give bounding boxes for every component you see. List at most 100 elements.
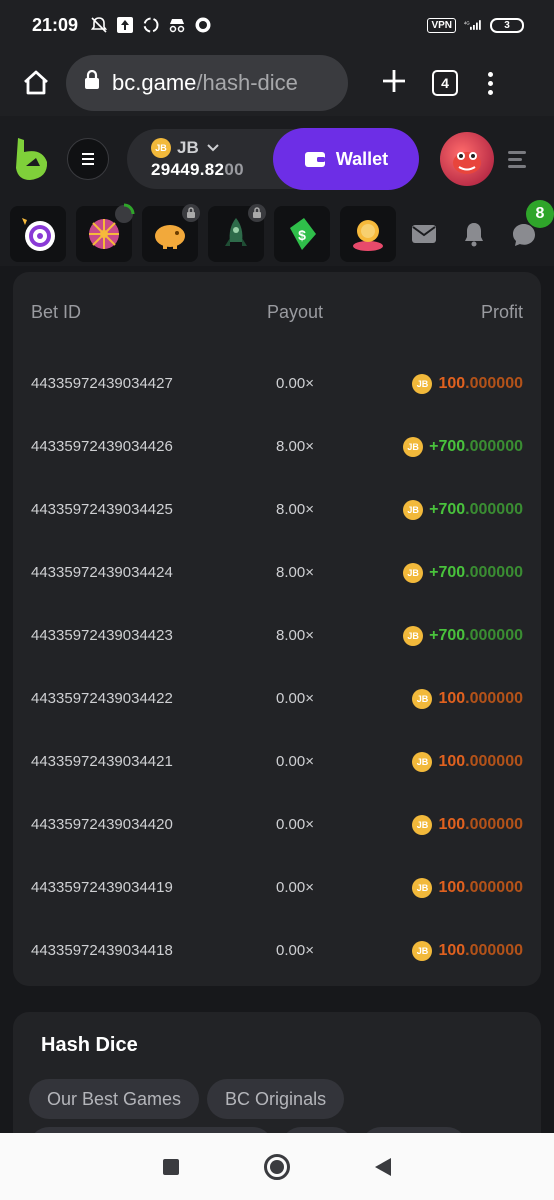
coin-podium-tile[interactable]	[340, 206, 396, 262]
jb-coin-icon: JB	[403, 499, 424, 520]
bet-id[interactable]: 44335972439034420	[31, 816, 247, 833]
wallet-button[interactable]: Wallet	[273, 128, 419, 190]
svg-text:$: $	[298, 227, 306, 243]
tag-our-best-games[interactable]: Our Best Games	[29, 1079, 200, 1119]
bet-row[interactable]: 44335972439034420 0.00× JB 100.000000	[13, 793, 541, 856]
tag-bc-originals[interactable]: BC Originals	[207, 1079, 345, 1119]
bet-id[interactable]: 44335972439034421	[31, 753, 247, 770]
mail-icon[interactable]	[410, 220, 438, 248]
wallet-icon	[304, 152, 325, 167]
bet-id[interactable]: 44335972439034426	[31, 438, 247, 455]
bet-profit: JB 100.000000	[343, 751, 523, 772]
profit-main: +700	[429, 500, 466, 518]
signal-icon: 4G	[464, 16, 482, 34]
dot	[488, 80, 493, 86]
balance-info[interactable]: JB JB 29449.8200	[127, 138, 267, 180]
user-avatar[interactable]	[440, 132, 494, 186]
home-nav-button[interactable]	[263, 1153, 290, 1180]
bet-id[interactable]: 44335972439034427	[31, 375, 247, 392]
bets-header: Bet ID Payout Profit	[13, 272, 541, 352]
balance-dim: 00	[224, 160, 244, 179]
jb-coin-icon: JB	[403, 625, 424, 646]
tab-switcher-button[interactable]: 4	[432, 70, 458, 96]
rocket-tile[interactable]	[208, 204, 266, 262]
jb-coin-icon: JB	[412, 373, 433, 394]
network-label: 4G	[464, 20, 470, 25]
new-tab-button[interactable]	[378, 67, 410, 100]
bet-row[interactable]: 44335972439034419 0.00× JB 100.000000	[13, 856, 541, 919]
bet-id[interactable]: 44335972439034418	[31, 942, 247, 959]
bet-profit: JB +700.000000	[343, 436, 523, 457]
jb-coin-icon: JB	[403, 562, 424, 583]
target-icon	[22, 218, 55, 251]
bet-row[interactable]: 44335972439034421 0.00× JB 100.000000	[13, 730, 541, 793]
lucky-wheel-tile[interactable]	[76, 203, 135, 262]
bell-icon[interactable]	[460, 220, 488, 248]
chevron-down-icon	[207, 144, 219, 152]
wallet-label: Wallet	[335, 148, 389, 169]
profit-main: 100	[438, 941, 466, 959]
bet-payout: 0.00×	[276, 690, 314, 707]
app-header: JB JB 29449.8200 Wallet	[0, 116, 554, 202]
sidebar-toggle-button[interactable]	[508, 150, 526, 168]
back-button[interactable]	[375, 1157, 392, 1176]
bet-profit: JB 100.000000	[343, 877, 523, 898]
recycle-icon	[142, 16, 160, 34]
bet-payout: 0.00×	[276, 879, 314, 896]
bc-logo-icon[interactable]	[14, 136, 50, 182]
bet-id[interactable]: 44335972439034423	[31, 627, 247, 644]
lock-icon	[84, 69, 100, 96]
bet-payout: 0.00×	[276, 375, 314, 392]
bet-profit: JB +700.000000	[343, 499, 523, 520]
dollar-tag-tile[interactable]: $	[274, 206, 330, 262]
bets-list: 44335972439034427 0.00× JB 100.000000 44…	[13, 352, 541, 982]
bet-id[interactable]: 44335972439034424	[31, 564, 247, 581]
bet-profit: JB 100.000000	[343, 373, 523, 394]
target-game-tile[interactable]	[10, 206, 66, 262]
piggy-bank-tile[interactable]	[142, 204, 200, 262]
bet-row[interactable]: 44335972439034422 0.00× JB 100.000000	[13, 667, 541, 730]
profit-decimals: .000000	[465, 941, 523, 959]
col-profit: Profit	[480, 301, 523, 322]
incognito-icon	[168, 16, 186, 34]
menu-button[interactable]	[67, 138, 109, 180]
jb-coin-icon: JB	[412, 814, 433, 835]
profit-main: 100	[438, 689, 466, 707]
bet-profit: JB +700.000000	[343, 562, 523, 583]
recents-button[interactable]	[162, 1158, 179, 1175]
bet-row[interactable]: 44335972439034423 8.00× JB +700.000000	[13, 604, 541, 667]
bet-id[interactable]: 44335972439034425	[31, 501, 247, 518]
profit-main: +700	[429, 563, 466, 581]
chat-icon[interactable]: 8	[510, 200, 554, 248]
progress-ring-icon	[115, 203, 135, 223]
battery-indicator: 3	[490, 17, 524, 33]
profit-main: +700	[429, 437, 466, 455]
bet-row[interactable]: 44335972439034425 8.00× JB +700.000000	[13, 478, 541, 541]
url-path: /hash-dice	[196, 70, 298, 95]
balance-box[interactable]: JB JB 29449.8200 Wallet	[127, 128, 419, 190]
bet-row[interactable]: 44335972439034418 0.00× JB 100.000000	[13, 919, 541, 982]
bet-payout: 0.00×	[276, 942, 314, 959]
url-domain: bc.game	[112, 70, 197, 95]
rocket-icon	[225, 218, 247, 246]
browser-bar: bc.game/hash-dice 4	[0, 50, 554, 116]
bet-id[interactable]: 44335972439034419	[31, 879, 247, 896]
home-button[interactable]	[20, 67, 52, 99]
jb-coin-icon: JB	[151, 138, 171, 158]
url-bar[interactable]: bc.game/hash-dice	[66, 55, 348, 111]
hash-dice-title: Hash Dice	[41, 1034, 138, 1056]
bet-row[interactable]: 44335972439034424 8.00× JB +700.000000	[13, 541, 541, 604]
bet-profit: JB 100.000000	[343, 814, 523, 835]
whatsapp-icon	[194, 16, 212, 34]
status-bar: 21:09 VPN 4G 3	[0, 0, 554, 50]
bet-row[interactable]: 44335972439034427 0.00× JB 100.000000	[13, 352, 541, 415]
dot	[488, 89, 493, 95]
balance-main: 29449.82	[151, 160, 225, 179]
balance-amount: 29449.8200	[151, 160, 267, 180]
bet-row[interactable]: 44335972439034426 8.00× JB +700.000000	[13, 415, 541, 478]
browser-menu-button[interactable]	[488, 71, 493, 95]
status-icons-left	[90, 16, 212, 34]
col-payout: Payout	[266, 301, 324, 322]
profit-main: +700	[429, 626, 466, 644]
bet-id[interactable]: 44335972439034422	[31, 690, 247, 707]
